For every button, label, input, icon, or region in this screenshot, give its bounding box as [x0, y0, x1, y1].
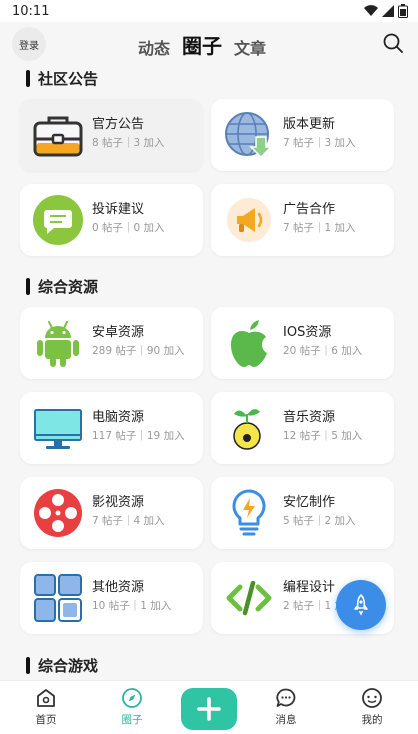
- wifi-icon: [364, 5, 378, 17]
- circle-card-android[interactable]: 安卓资源 289 帖子｜90 加入: [20, 307, 203, 379]
- circle-stats: 12 帖子｜5 加入: [283, 430, 363, 442]
- circle-card-version-update[interactable]: 版本更新 7 帖子｜3 加入: [211, 99, 394, 171]
- code-brackets-icon: [226, 580, 272, 616]
- tab-dynamics[interactable]: 动态: [138, 35, 170, 59]
- circle-name: 投诉建议: [92, 202, 145, 217]
- plus-icon: [197, 697, 221, 721]
- circle-name: 版本更新: [283, 117, 336, 132]
- circle-card-ios[interactable]: IOS资源 20 帖子｜6 加入: [211, 307, 394, 379]
- status-bar: 10:11: [0, 0, 418, 22]
- monitor-icon: [34, 409, 82, 449]
- circle-stats: 5 帖子｜2 加入: [283, 515, 356, 527]
- grid-blocks-icon: [34, 574, 82, 622]
- profile-icon: [362, 688, 382, 708]
- nav-messages[interactable]: 消息: [256, 687, 316, 733]
- rocket-fab-button[interactable]: [336, 580, 386, 630]
- circle-stats: 10 帖子｜1 加入: [92, 600, 172, 612]
- lightbulb-icon: [232, 489, 266, 536]
- circle-name: IOS资源: [283, 325, 332, 340]
- circle-name: 广告合作: [283, 202, 336, 217]
- circle-stats: 7 帖子｜1 加入: [283, 222, 356, 234]
- nav-profile[interactable]: 我的: [342, 687, 402, 733]
- circle-stats: 117 帖子｜19 加入: [92, 430, 185, 442]
- circle-name: 其他资源: [92, 580, 145, 595]
- circle-card-ad-cooperation[interactable]: 广告合作 7 帖子｜1 加入: [211, 184, 394, 256]
- tab-circles[interactable]: 圈子: [182, 30, 222, 59]
- circle-name: 音乐资源: [283, 410, 336, 425]
- circle-card-other[interactable]: 其他资源 10 帖子｜1 加入: [20, 562, 203, 634]
- header-tabs: 动态 圈子 文章: [138, 30, 266, 59]
- circle-name: 电脑资源: [92, 410, 145, 425]
- android-icon: [37, 321, 79, 367]
- section-title-games: 综合游戏: [26, 655, 98, 676]
- status-time: 10:11: [12, 3, 50, 19]
- circle-card-feedback[interactable]: 投诉建议 0 帖子｜0 加入: [20, 184, 203, 256]
- circle-card-official[interactable]: 官方公告 8 帖子｜3 加入: [20, 99, 203, 171]
- circle-stats: 0 帖子｜0 加入: [92, 222, 165, 234]
- tab-articles[interactable]: 文章: [234, 35, 266, 59]
- circle-name: 影视资源: [92, 495, 145, 510]
- section-title-resources: 综合资源: [26, 276, 98, 297]
- circle-card-production[interactable]: 安忆制作 5 帖子｜2 加入: [211, 477, 394, 549]
- circle-stats: 7 帖子｜3 加入: [283, 137, 356, 149]
- message-icon: [276, 688, 296, 707]
- circle-name: 编程设计: [283, 580, 336, 595]
- apple-icon: [231, 320, 267, 367]
- battery-icon: [398, 4, 408, 18]
- nav-circles[interactable]: 圈子: [102, 687, 162, 733]
- home-icon: [37, 689, 55, 707]
- section-title-announcements: 社区公告: [26, 68, 98, 89]
- login-button[interactable]: 登录: [12, 27, 46, 61]
- compass-icon: [122, 688, 142, 708]
- globe-download-icon: [225, 112, 273, 159]
- circle-stats: 289 帖子｜90 加入: [92, 345, 185, 357]
- circle-name: 官方公告: [92, 117, 145, 132]
- film-reel-icon: [34, 489, 82, 537]
- megaphone-icon: [227, 198, 271, 242]
- circle-stats: 7 帖子｜4 加入: [92, 515, 165, 527]
- circle-stats: 20 帖子｜6 加入: [283, 345, 363, 357]
- music-sprout-icon: [233, 409, 261, 450]
- chat-bubble-icon: [33, 195, 83, 245]
- circle-card-music[interactable]: 音乐资源 12 帖子｜5 加入: [211, 392, 394, 464]
- status-icons: [364, 4, 408, 18]
- circle-card-pc[interactable]: 电脑资源 117 帖子｜19 加入: [20, 392, 203, 464]
- circle-name: 安忆制作: [283, 495, 336, 510]
- circle-name: 安卓资源: [92, 325, 145, 340]
- briefcase-icon: [33, 116, 83, 157]
- nav-home[interactable]: 首页: [16, 687, 76, 733]
- top-header: 登录 动态 圈子 文章: [0, 22, 418, 64]
- circle-stats: 8 帖子｜3 加入: [92, 137, 165, 149]
- circle-card-video[interactable]: 影视资源 7 帖子｜4 加入: [20, 477, 203, 549]
- search-icon[interactable]: [382, 32, 404, 54]
- add-post-button[interactable]: [181, 688, 237, 730]
- signal-icon: [382, 5, 394, 17]
- rocket-icon: [354, 594, 368, 616]
